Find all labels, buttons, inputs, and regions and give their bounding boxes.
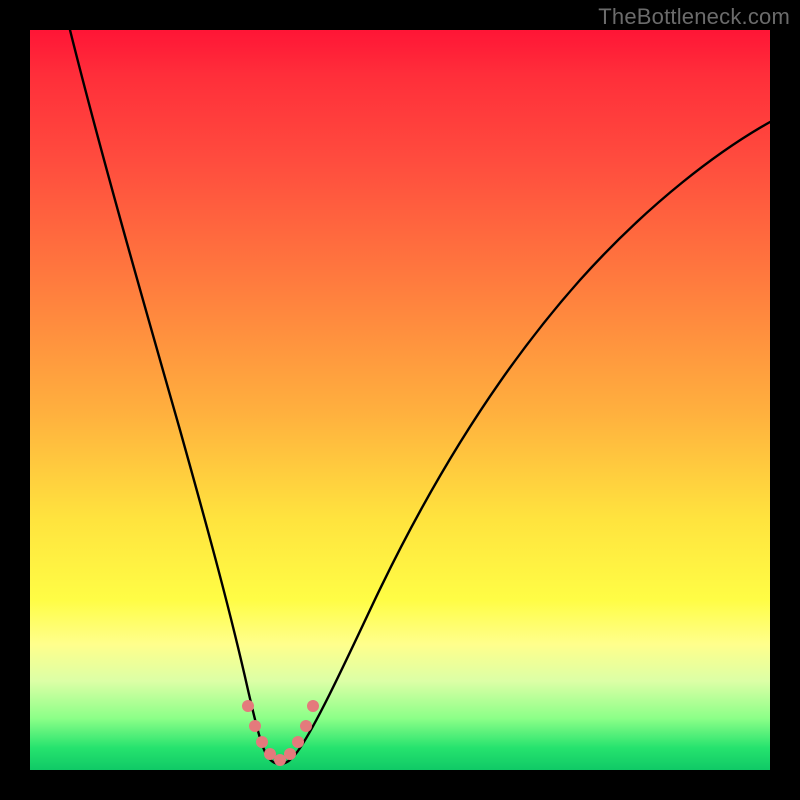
curve-layer	[30, 30, 770, 770]
watermark-text: TheBottleneck.com	[598, 4, 790, 30]
chart-frame: TheBottleneck.com	[0, 0, 800, 800]
plot-area	[30, 30, 770, 770]
bottleneck-curve	[70, 30, 770, 764]
